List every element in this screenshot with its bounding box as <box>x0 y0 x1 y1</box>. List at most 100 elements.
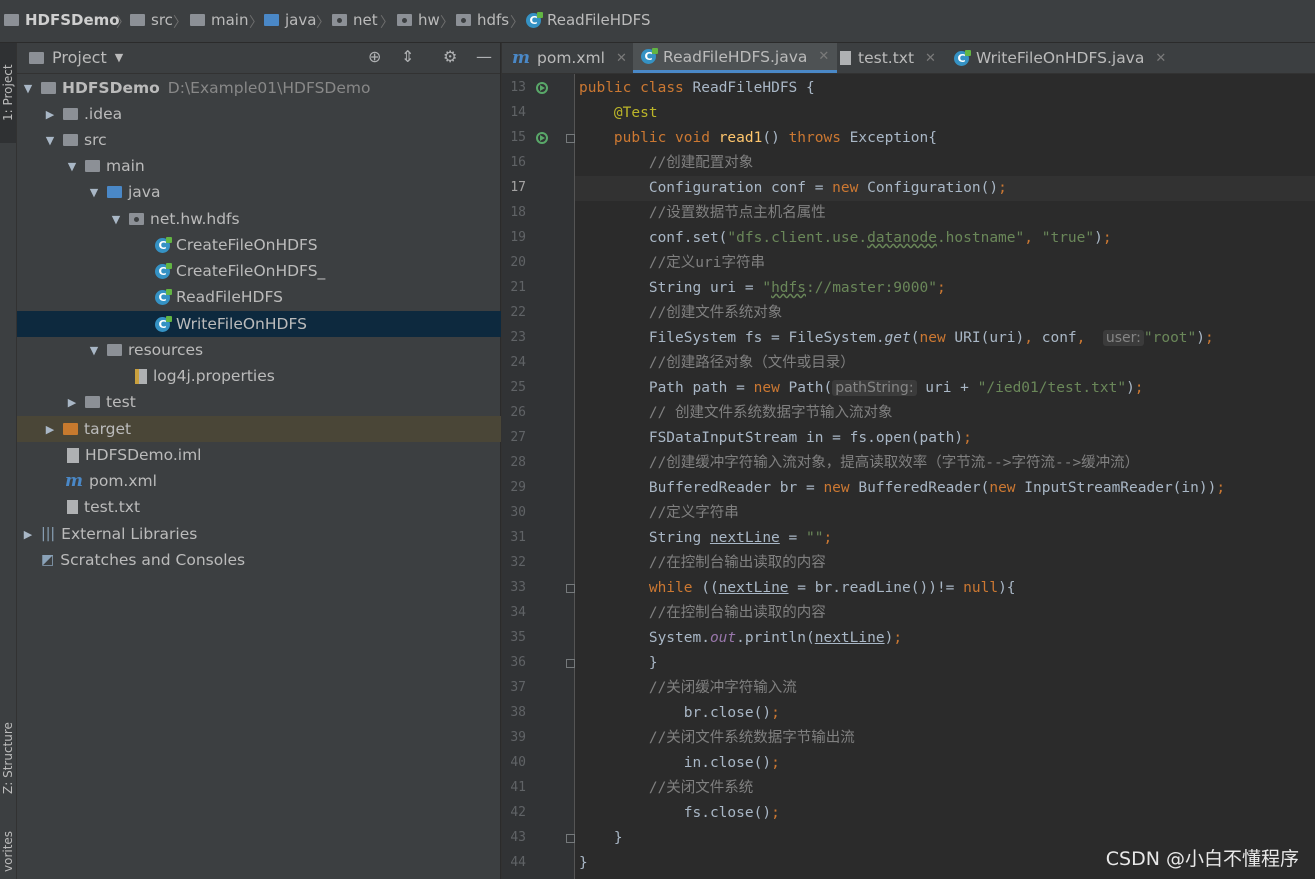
line-number: 31 <box>510 530 526 545</box>
chevron-down-icon[interactable]: ▼ <box>109 213 123 226</box>
code-line: //定义uri字符串 <box>648 255 765 271</box>
tree-item-pom[interactable]: m pom.xml <box>17 468 548 494</box>
breadcrumb-net[interactable]: net <box>332 11 378 29</box>
code-line: //关闭文件系统 <box>648 780 754 796</box>
code-line: } <box>648 655 658 671</box>
tab-readfilehdfs-java[interactable]: C ReadFileHDFS.java ✕ <box>633 43 838 73</box>
folder-icon <box>63 134 78 146</box>
tree-item-main[interactable]: ▼ main <box>17 153 548 179</box>
project-panel-header: Project ▼ ⊕ ⇕ ⚙ — <box>17 43 500 74</box>
line-number: 24 <box>510 355 526 370</box>
java-class-icon: C <box>155 315 172 332</box>
line-number: 20 <box>510 255 526 270</box>
project-view-selector[interactable]: Project ▼ <box>29 48 123 67</box>
close-icon[interactable]: ✕ <box>1155 51 1166 66</box>
breadcrumb-hdfs[interactable]: hdfs <box>456 11 509 29</box>
breadcrumb-file[interactable]: C ReadFileHDFS <box>526 11 651 29</box>
code-line: //创建文件系统对象 <box>648 305 783 321</box>
breadcrumb-project[interactable]: HDFSDemo <box>4 11 120 29</box>
close-icon[interactable]: ✕ <box>818 49 829 64</box>
line-number: 21 <box>510 280 526 295</box>
code-line: //在控制台输出读取的内容 <box>648 605 826 621</box>
chevron-down-icon[interactable]: ▼ <box>87 186 101 199</box>
tree-item-src[interactable]: ▼ src <box>17 127 526 153</box>
chevron-right-icon[interactable]: ▶ <box>21 528 35 541</box>
project-tool-tab[interactable]: 1: Project <box>0 43 16 143</box>
line-number: 29 <box>510 480 526 495</box>
resources-folder-icon <box>107 344 122 356</box>
fold-marker-icon[interactable] <box>566 834 575 843</box>
chevron-right-icon[interactable]: ▶ <box>65 396 79 409</box>
java-class-icon: C <box>526 11 543 28</box>
breadcrumb-src[interactable]: src <box>130 11 173 29</box>
gear-icon[interactable]: ⚙ <box>443 47 457 66</box>
java-class-icon: C <box>641 48 658 64</box>
close-icon[interactable]: ✕ <box>616 51 627 66</box>
chevron-down-icon[interactable]: ▼ <box>43 134 57 147</box>
run-class-icon[interactable] <box>536 82 548 94</box>
code-line: // 创建文件系统数据字节输入流对象 <box>648 405 893 421</box>
favorites-tool-tab[interactable]: vorites <box>0 823 16 879</box>
chevron-down-icon[interactable]: ▼ <box>87 344 101 357</box>
line-number: 13 <box>510 80 526 95</box>
tab-pom-xml[interactable]: m pom.xml ✕ <box>512 43 627 73</box>
code-line: conf.set("dfs.client.use.datanode.hostna… <box>648 230 1112 246</box>
code-line: FSDataInputStream in = fs.open(path); <box>648 430 972 446</box>
tree-item-external-libraries[interactable]: ▶ ||| External Libraries <box>17 521 504 547</box>
line-number: 15 <box>510 130 526 145</box>
java-class-icon: C <box>155 288 172 305</box>
tree-item-resources[interactable]: ▼ resources <box>17 337 570 363</box>
breadcrumb-hw[interactable]: hw <box>397 11 440 29</box>
breadcrumb-separator: 〉 <box>440 15 454 31</box>
chevron-down-icon[interactable]: ▼ <box>21 82 35 95</box>
breadcrumb-java[interactable]: java <box>264 11 316 29</box>
tree-item-idea[interactable]: ▶ .idea <box>17 101 526 127</box>
tab-test-txt[interactable]: test.txt ✕ <box>840 43 936 73</box>
line-number: 43 <box>510 830 526 845</box>
structure-tool-tab[interactable]: Z: Structure <box>0 703 16 813</box>
fold-marker-icon[interactable] <box>566 584 575 593</box>
line-number: 42 <box>510 805 526 820</box>
code-editor[interactable]: public class ReadFileHDFS { @Test public… <box>575 74 1315 879</box>
tab-writefileonhdfs-java[interactable]: C WriteFileOnHDFS.java ✕ <box>954 43 1166 73</box>
tree-item-root[interactable]: ▼ HDFSDemo D:\Example01\HDFSDemo <box>17 75 504 101</box>
tree-item-scratches[interactable]: ◩ Scratches and Consoles <box>17 547 524 573</box>
code-line: String uri = "hdfs://master:9000"; <box>648 280 946 296</box>
line-number: 17 <box>510 180 526 195</box>
line-number: 32 <box>510 555 526 570</box>
navigation-bar: HDFSDemo 〉 src 〉 main 〉 java 〉 net 〉 hw … <box>0 0 1315 43</box>
collapse-all-icon[interactable]: ⇕ <box>401 47 414 66</box>
code-line: //设置数据节点主机名属性 <box>648 205 826 221</box>
fold-marker-icon[interactable] <box>566 659 575 668</box>
breadcrumb-separator: 〉 <box>249 15 263 31</box>
java-class-icon: C <box>954 49 971 66</box>
code-line: while ((nextLine = br.readLine())!= null… <box>648 580 1016 596</box>
code-line: Path path = new Path(pathString: uri + "… <box>648 380 1144 396</box>
close-icon[interactable]: ✕ <box>925 51 936 66</box>
code-line: System.out.println(nextLine); <box>648 630 903 646</box>
maven-icon: m <box>512 48 530 68</box>
package-icon <box>129 213 144 225</box>
tree-item-target[interactable]: ▶ target <box>17 416 526 442</box>
chevron-down-icon[interactable]: ▼ <box>65 160 79 173</box>
hide-icon[interactable]: — <box>476 47 492 66</box>
chevron-right-icon[interactable]: ▶ <box>43 423 57 436</box>
tree-item-iml[interactable]: HDFSDemo.iml <box>17 442 550 468</box>
package-icon <box>397 14 412 26</box>
line-number: 18 <box>510 205 526 220</box>
line-number: 23 <box>510 330 526 345</box>
tree-item-java[interactable]: ▼ java <box>17 179 570 205</box>
breadcrumb-main[interactable]: main <box>190 11 248 29</box>
fold-marker-icon[interactable] <box>566 134 575 143</box>
run-test-icon[interactable] <box>536 132 548 144</box>
tree-item-test[interactable]: ▶ test <box>17 389 548 415</box>
java-class-icon: C <box>155 262 172 279</box>
parameter-hint: user: <box>1102 330 1144 346</box>
line-number: 34 <box>510 605 526 620</box>
chevron-right-icon[interactable]: ▶ <box>43 108 57 121</box>
tree-item-testtxt[interactable]: test.txt <box>17 494 550 520</box>
line-number: 41 <box>510 780 526 795</box>
line-number: 25 <box>510 380 526 395</box>
locate-icon[interactable]: ⊕ <box>368 47 381 66</box>
folder-icon <box>85 160 100 172</box>
